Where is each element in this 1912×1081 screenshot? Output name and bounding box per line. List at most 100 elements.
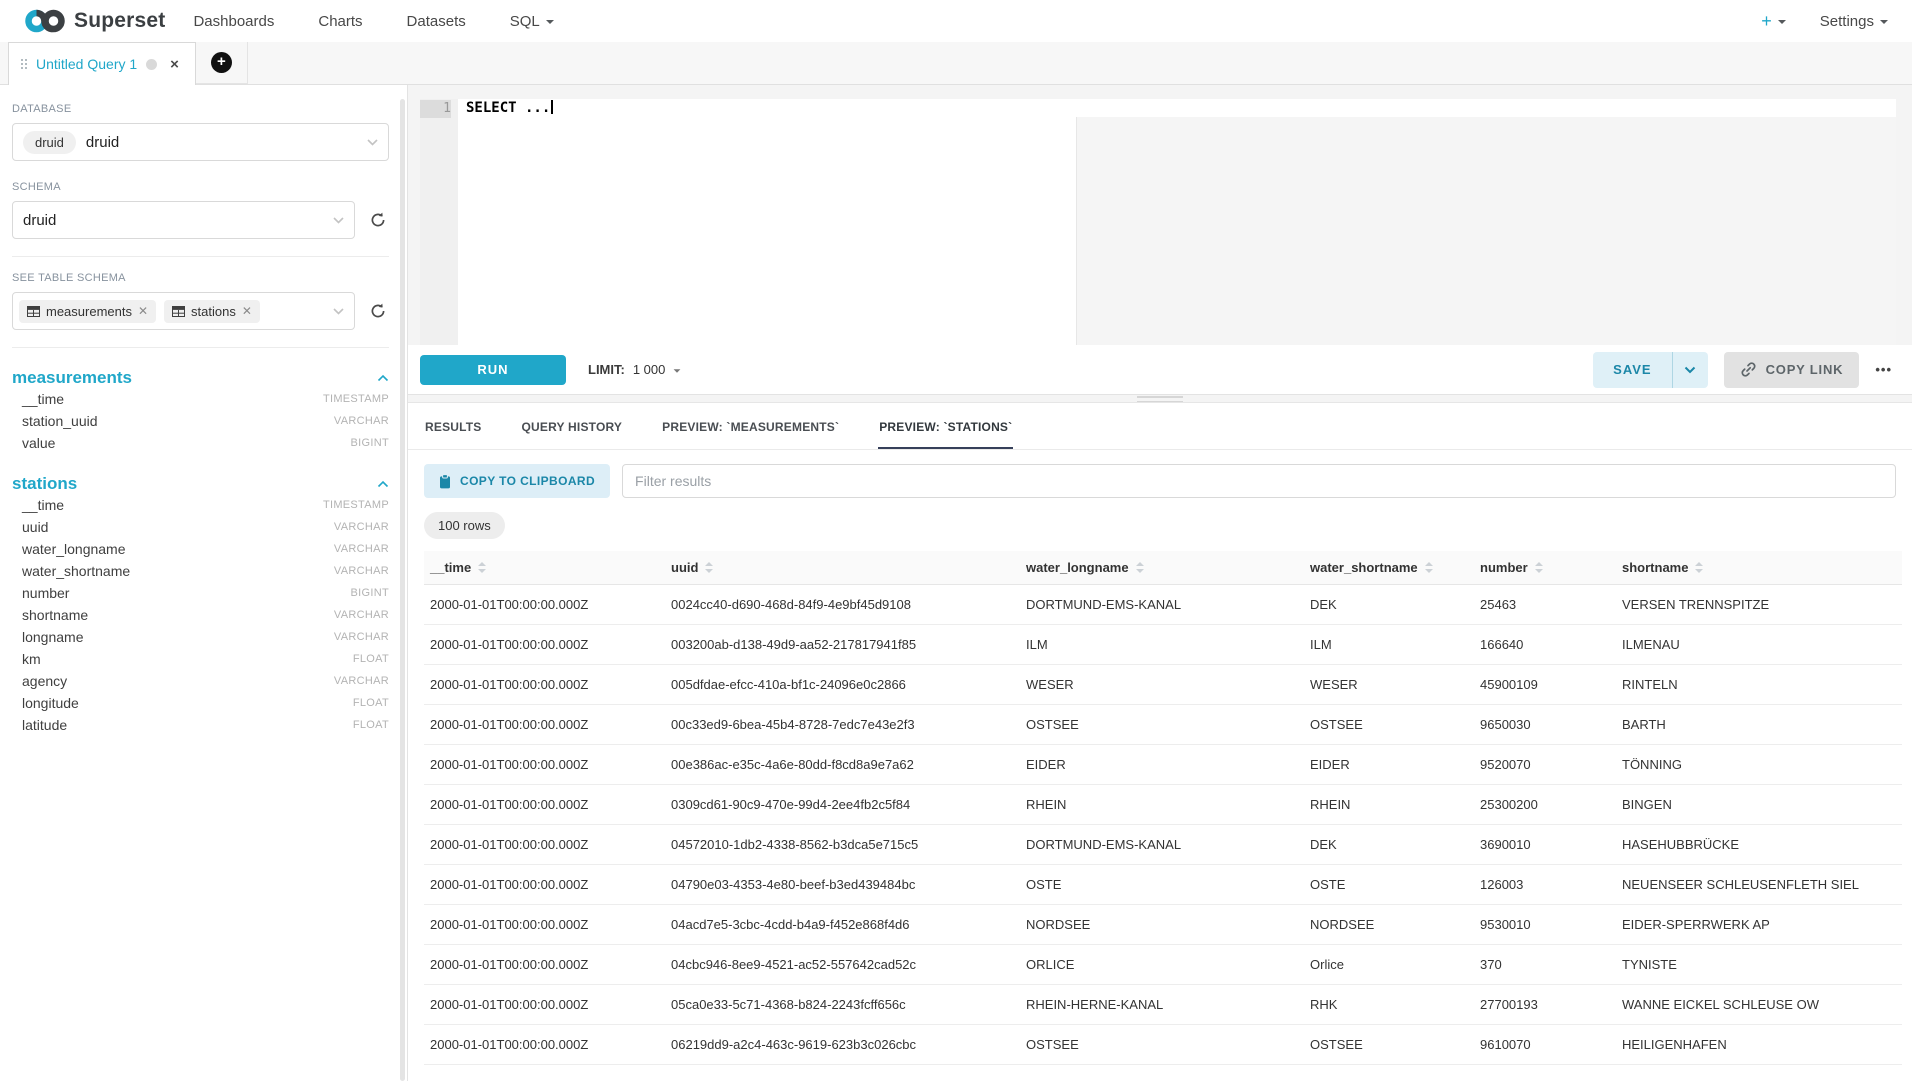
new-item-button[interactable]: +	[1761, 11, 1786, 32]
column-header-water_shortname[interactable]: water_shortname	[1304, 551, 1474, 585]
column-name: value	[22, 435, 55, 451]
save-button[interactable]: SAVE	[1593, 352, 1671, 388]
more-actions-button[interactable]: •••	[1875, 362, 1892, 377]
column-header-water_longname[interactable]: water_longname	[1020, 551, 1304, 585]
table-cell: 003200ab-d138-49d9-aa52-217817941f85	[665, 625, 1020, 665]
chevron-down-icon	[1880, 20, 1888, 24]
remove-table-icon[interactable]: ✕	[138, 304, 148, 318]
table-row[interactable]: 2000-01-01T00:00:00.000Z005dfdae-efcc-41…	[424, 665, 1902, 705]
table-cell: 2000-01-01T00:00:00.000Z	[424, 625, 665, 665]
column-name: __time	[22, 497, 64, 513]
sort-icon[interactable]	[1425, 562, 1433, 573]
table-cell: 04790e03-4353-4e80-beef-b3ed439484bc	[665, 865, 1020, 905]
table-cell: 370	[1474, 945, 1616, 985]
copy-to-clipboard-button[interactable]: COPY TO CLIPBOARD	[424, 464, 610, 498]
results-tab-preview-stations[interactable]: PREVIEW: `STATIONS`	[878, 403, 1013, 449]
results-tab-results[interactable]: RESULTS	[424, 403, 483, 449]
refresh-tables-button[interactable]	[367, 300, 389, 322]
sort-icon[interactable]	[705, 562, 713, 573]
table-row[interactable]: 2000-01-01T00:00:00.000Z0309cd61-90c9-47…	[424, 785, 1902, 825]
refresh-schemas-button[interactable]	[367, 209, 389, 231]
results-tab-query-history[interactable]: QUERY HISTORY	[521, 403, 624, 449]
table-cell: 2000-01-01T00:00:00.000Z	[424, 905, 665, 945]
column-type: FLOAT	[353, 719, 389, 731]
sql-editor[interactable]: 1 SELECT ...	[420, 99, 1896, 345]
table-cell: DEK	[1304, 825, 1474, 865]
table-row[interactable]: 2000-01-01T00:00:00.000Z00c33ed9-6bea-45…	[424, 705, 1902, 745]
sqllab-sidebar: DATABASE druid druid SCHEMA druid	[0, 85, 408, 1081]
remove-table-icon[interactable]: ✕	[242, 304, 252, 318]
table-row[interactable]: 2000-01-01T00:00:00.000Z04cbc946-8ee9-45…	[424, 945, 1902, 985]
table-cell: RHK	[1304, 985, 1474, 1025]
table-cell: 05ca0e33-5c71-4368-b824-2243fcff656c	[665, 985, 1020, 1025]
sidebar-scrollbar[interactable]	[400, 99, 405, 1081]
filter-results-input[interactable]	[622, 464, 1896, 498]
nav-item-datasets[interactable]: Datasets	[407, 13, 466, 30]
column-type: VARCHAR	[334, 675, 389, 687]
drag-handle-icon[interactable]	[21, 59, 27, 69]
close-tab-icon[interactable]: ×	[170, 56, 179, 73]
main-area: DATABASE druid druid SCHEMA druid	[0, 85, 1912, 1081]
table-row[interactable]: 2000-01-01T00:00:00.000Z04572010-1db2-43…	[424, 825, 1902, 865]
table-cell: EIDER	[1020, 745, 1304, 785]
limit-dropdown[interactable]: LIMIT: 1 000	[588, 362, 681, 377]
table-cell: OSTSEE	[1304, 705, 1474, 745]
column-row: water_longnameVARCHAR	[12, 538, 389, 560]
save-options-button[interactable]	[1672, 352, 1708, 388]
database-select[interactable]: druid druid	[12, 123, 389, 161]
query-tab-title[interactable]: Untitled Query 1	[36, 56, 137, 72]
results-table: __timeuuid water_longname water_shortnamen…	[424, 551, 1902, 1065]
nav-item-charts[interactable]: Charts	[318, 13, 362, 30]
settings-menu[interactable]: Settings	[1820, 13, 1888, 30]
table-row[interactable]: 2000-01-01T00:00:00.000Z0024cc40-d690-46…	[424, 585, 1902, 625]
schema-section-header-stations[interactable]: stations	[12, 474, 389, 494]
chevron-up-icon[interactable]	[377, 480, 389, 488]
table-cell: EIDER-SPERRWERK AP	[1616, 905, 1902, 945]
table-row[interactable]: 2000-01-01T00:00:00.000Z003200ab-d138-49…	[424, 625, 1902, 665]
sort-icon[interactable]	[1136, 562, 1144, 573]
resize-handle[interactable]	[1137, 396, 1183, 405]
unsaved-state-dot	[146, 59, 157, 70]
column-header-label: water_longname	[1026, 560, 1129, 575]
sort-icon[interactable]	[478, 562, 486, 573]
chevron-down-icon	[674, 369, 681, 372]
column-header-shortname[interactable]: shortname	[1616, 551, 1902, 585]
code-line[interactable]: SELECT ...	[458, 99, 1896, 117]
table-schema-sections: measurements__timeTIMESTAMPstation_uuidV…	[12, 368, 389, 736]
table-row[interactable]: 2000-01-01T00:00:00.000Z04acd7e5-3cbc-4c…	[424, 905, 1902, 945]
column-header-number[interactable]: number	[1474, 551, 1616, 585]
table-pill-stations[interactable]: stations ✕	[164, 300, 260, 323]
chevron-up-icon[interactable]	[377, 374, 389, 382]
column-header-uuid[interactable]: uuid	[665, 551, 1020, 585]
table-name: measurements	[12, 368, 132, 388]
sort-icon[interactable]	[1695, 562, 1703, 573]
copy-link-button[interactable]: COPY LINK	[1724, 352, 1860, 388]
table-cell: ILMENAU	[1616, 625, 1902, 665]
column-type: BIGINT	[351, 587, 389, 599]
table-schema-select[interactable]: measurements ✕ stations ✕	[12, 292, 355, 330]
table-row[interactable]: 2000-01-01T00:00:00.000Z04790e03-4353-4e…	[424, 865, 1902, 905]
nav-item-dashboards[interactable]: Dashboards	[193, 13, 274, 30]
column-header-__time[interactable]: __time	[424, 551, 665, 585]
results-tab-preview-measurements[interactable]: PREVIEW: `MEASUREMENTS`	[661, 403, 840, 449]
sort-icon[interactable]	[1535, 562, 1543, 573]
divider	[12, 256, 389, 257]
schema-section-header-measurements[interactable]: measurements	[12, 368, 389, 388]
nav-item-sql[interactable]: SQL	[510, 13, 554, 30]
table-row[interactable]: 2000-01-01T00:00:00.000Z00e386ac-e35c-4a…	[424, 745, 1902, 785]
table-row[interactable]: 2000-01-01T00:00:00.000Z06219dd9-a2c4-46…	[424, 1025, 1902, 1065]
table-cell: TÖNNING	[1616, 745, 1902, 785]
column-row: __timeTIMESTAMP	[12, 388, 389, 410]
table-cell: 2000-01-01T00:00:00.000Z	[424, 785, 665, 825]
table-pill-measurements[interactable]: measurements ✕	[19, 300, 156, 323]
new-query-tab-button[interactable]: +	[196, 42, 248, 84]
table-cell: ILM	[1020, 625, 1304, 665]
superset-logo[interactable]: Superset	[24, 8, 165, 34]
column-type: FLOAT	[353, 653, 389, 665]
table-row[interactable]: 2000-01-01T00:00:00.000Z05ca0e33-5c71-43…	[424, 985, 1902, 1025]
column-header-label: shortname	[1622, 560, 1688, 575]
table-cell: OSTE	[1020, 865, 1304, 905]
query-tab-active[interactable]: Untitled Query 1 ×	[8, 42, 196, 85]
schema-select[interactable]: druid	[12, 201, 355, 239]
run-button[interactable]: RUN	[420, 355, 566, 385]
